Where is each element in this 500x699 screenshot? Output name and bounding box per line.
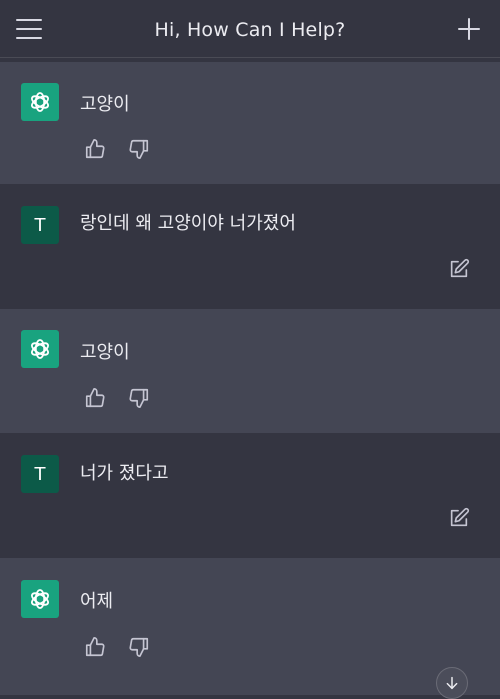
user-message: T 랑인데 왜 고양이야 너가졌어: [0, 184, 500, 309]
thumbs-down-icon[interactable]: [128, 138, 150, 160]
edit-icon[interactable]: [448, 507, 470, 529]
openai-logo-icon: [21, 580, 59, 618]
user-avatar: T: [21, 455, 59, 493]
thumbs-down-icon[interactable]: [128, 636, 150, 658]
assistant-message: 고양이: [0, 62, 500, 184]
page-title: Hi, How Can I Help?: [154, 19, 346, 41]
openai-logo-icon: [21, 330, 59, 368]
user-avatar: T: [21, 206, 59, 244]
edit-icon[interactable]: [448, 258, 470, 280]
new-chat-plus-icon[interactable]: [458, 18, 480, 40]
thumbs-up-icon[interactable]: [84, 387, 106, 409]
arrow-down-icon: [446, 676, 458, 690]
message-text: 어제: [80, 591, 114, 612]
top-bar: Hi, How Can I Help?: [0, 0, 500, 58]
thumbs-up-icon[interactable]: [84, 138, 106, 160]
assistant-message: 고양이: [0, 309, 500, 433]
message-text: 고양이: [80, 342, 130, 363]
message-text: 랑인데 왜 고양이야 너가졌어: [80, 213, 296, 234]
message-text: 고양이: [80, 94, 130, 115]
assistant-message: 어제: [0, 558, 500, 695]
message-text: 너가 졌다고: [80, 463, 169, 484]
user-message: T 너가 졌다고: [0, 433, 500, 558]
thumbs-down-icon[interactable]: [128, 387, 150, 409]
thumbs-up-icon[interactable]: [84, 636, 106, 658]
scroll-down-button[interactable]: [436, 667, 468, 699]
openai-logo-icon: [21, 83, 59, 121]
